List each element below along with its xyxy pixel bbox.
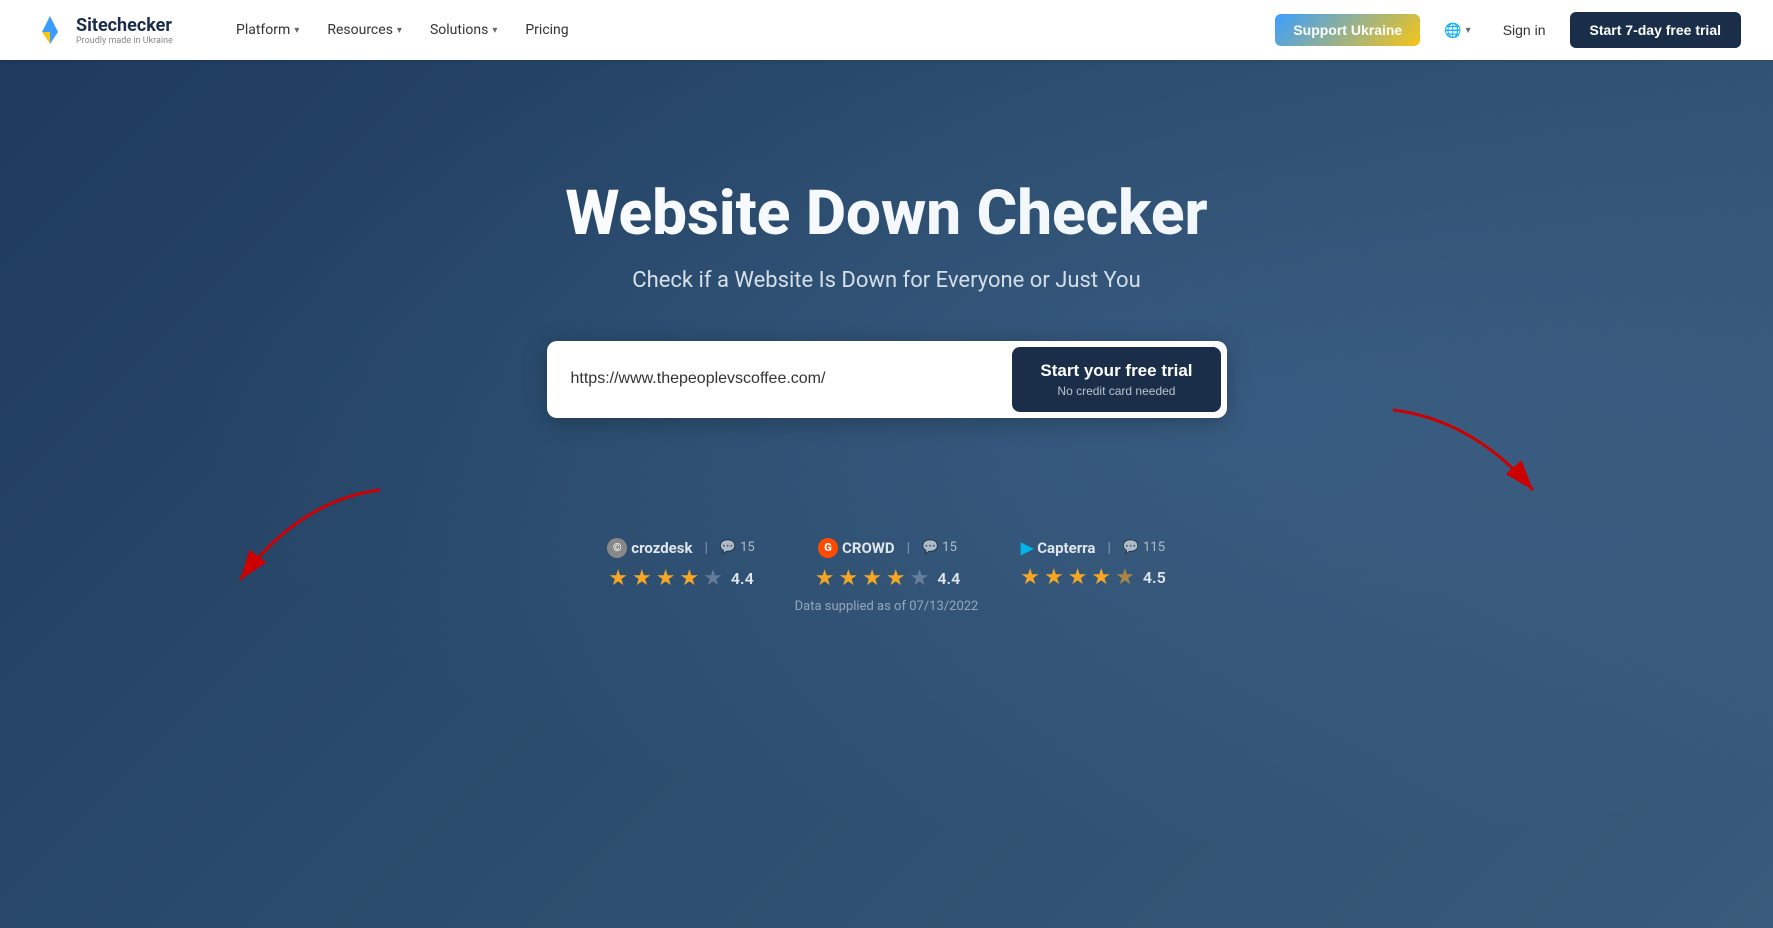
chevron-down-icon: ▾	[1466, 25, 1471, 36]
capterra-score: 4.5	[1143, 568, 1166, 587]
crozdesk-review-count: 💬 15	[720, 540, 755, 555]
crozdesk-rating: © crozdesk | 💬 15 ★ ★ ★ ★ ★ 4.4	[607, 538, 754, 591]
right-arrow-indicator	[1373, 400, 1573, 540]
nav-solutions[interactable]: Solutions ▾	[418, 14, 509, 46]
chevron-down-icon: ▾	[294, 25, 299, 36]
nav-right: Support Ukraine 🌐 ▾ Sign in Start 7-day …	[1275, 12, 1741, 48]
chevron-down-icon: ▾	[397, 25, 402, 36]
hero-title: Website Down Checker	[565, 180, 1207, 248]
navbar: Sitechecker Proudly made in Ukraine Plat…	[0, 0, 1773, 60]
nav-links: Platform ▾ Resources ▾ Solutions ▾ Prici…	[224, 14, 1243, 46]
g2crowd-logo: G CROWD	[818, 538, 895, 558]
cta-main-label: Start your free trial	[1040, 361, 1192, 381]
capterra-stars: ★ ★ ★ ★ ★ 4.5	[1020, 565, 1166, 590]
start-trial-button[interactable]: Start 7-day free trial	[1570, 12, 1742, 48]
language-selector[interactable]: 🌐 ▾	[1436, 16, 1478, 45]
logo-tagline: Proudly made in Ukraine	[76, 36, 173, 46]
hero-subtitle: Check if a Website Is Down for Everyone …	[632, 268, 1140, 293]
g2crowd-review-count: 💬 15	[922, 540, 957, 555]
crozdesk-stars: ★ ★ ★ ★ ★ 4.4	[608, 566, 754, 591]
g2crowd-rating: G CROWD | 💬 15 ★ ★ ★ ★ ★ 4.4	[815, 538, 961, 591]
support-ukraine-button[interactable]: Support Ukraine	[1275, 14, 1420, 46]
cta-sub-label: No credit card needed	[1040, 384, 1192, 398]
nav-resources[interactable]: Resources ▾	[315, 14, 414, 46]
logo[interactable]: Sitechecker Proudly made in Ukraine	[32, 12, 192, 48]
chevron-down-icon: ▾	[492, 25, 497, 36]
capterra-review-count: 💬 115	[1123, 540, 1165, 555]
logo-name: Sitechecker	[76, 15, 173, 36]
start-trial-cta-button[interactable]: Start your free trial No credit card nee…	[1012, 347, 1220, 411]
nav-platform[interactable]: Platform ▾	[224, 14, 311, 46]
signin-button[interactable]: Sign in	[1495, 16, 1554, 44]
crozdesk-score: 4.4	[731, 569, 754, 588]
search-box: Start your free trial No credit card nee…	[547, 341, 1227, 417]
nav-pricing[interactable]: Pricing	[513, 14, 580, 46]
capterra-logo: ▶ Capterra	[1021, 538, 1096, 557]
g2crowd-score: 4.4	[937, 569, 960, 588]
capterra-rating: ▶ Capterra | 💬 115 ★ ★ ★ ★ ★ 4.5	[1020, 538, 1166, 590]
ratings-section: © crozdesk | 💬 15 ★ ★ ★ ★ ★ 4.4	[607, 538, 1165, 591]
g2crowd-stars: ★ ★ ★ ★ ★ 4.4	[815, 566, 961, 591]
logo-icon	[32, 12, 68, 48]
data-supplied-note: Data supplied as of 07/13/2022	[795, 599, 979, 614]
url-search-input[interactable]	[547, 350, 1007, 408]
left-arrow-indicator	[200, 480, 400, 600]
hero-section: Website Down Checker Check if a Website …	[0, 60, 1773, 928]
globe-icon: 🌐	[1444, 22, 1461, 39]
crozdesk-logo: © crozdesk	[607, 538, 692, 558]
